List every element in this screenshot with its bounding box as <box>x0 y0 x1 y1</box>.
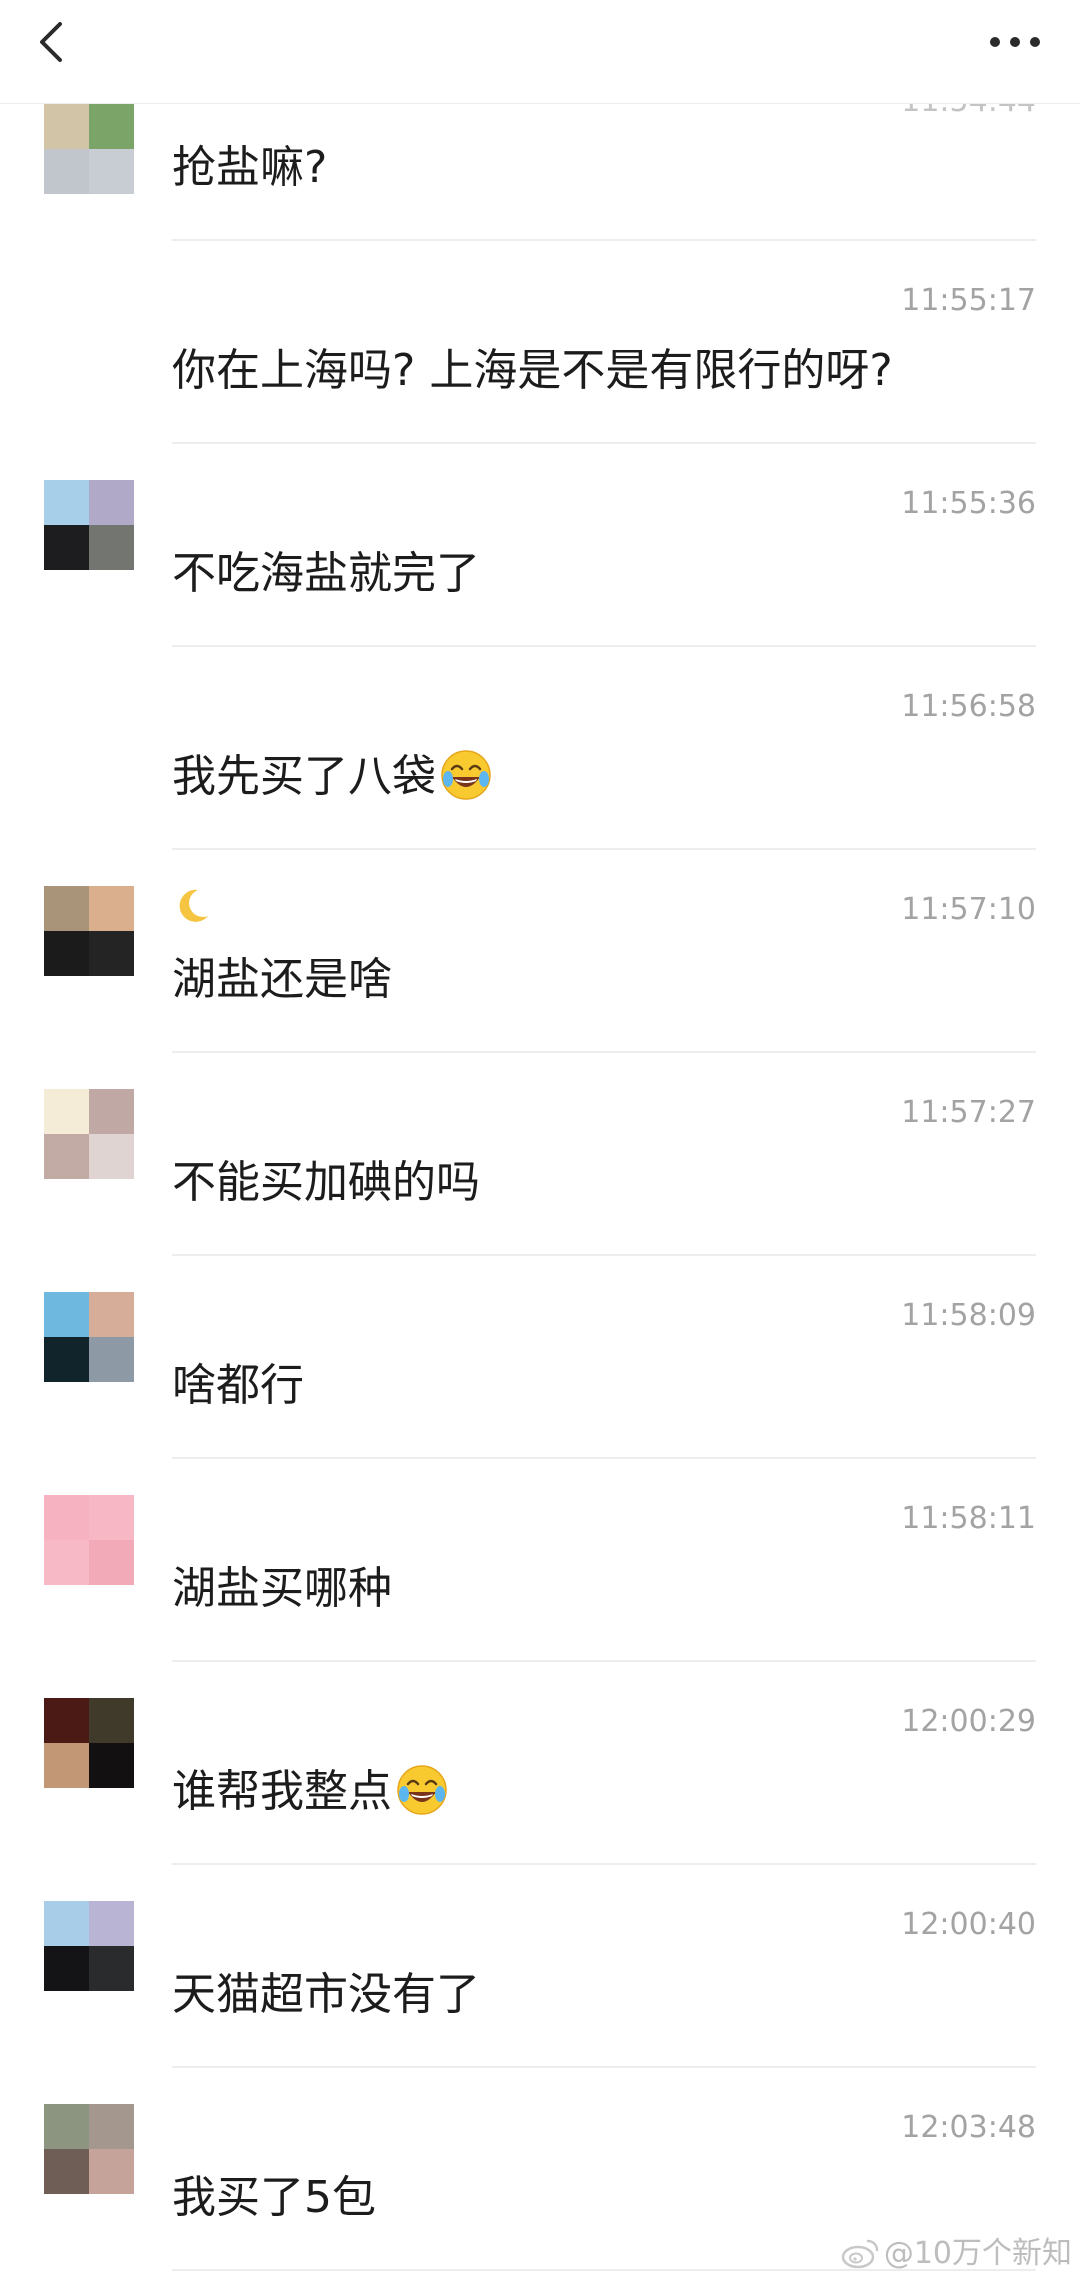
avatar[interactable] <box>44 2104 134 2194</box>
more-dots-icon <box>990 37 1040 47</box>
message-text: 抢盐嘛? <box>172 138 327 198</box>
message-time: 12:00:29 <box>901 1704 1036 1739</box>
message-text-content: 抢盐嘛? <box>172 142 328 193</box>
message-time: 12:00:40 <box>901 1907 1036 1942</box>
avatar[interactable] <box>44 480 134 570</box>
message-text: 湖盐买哪种 <box>172 1559 392 1619</box>
avatar[interactable] <box>44 886 134 976</box>
message-time: 11:58:09 <box>901 1298 1036 1333</box>
laughing-tears-icon <box>440 749 492 801</box>
message-item[interactable]: 11:54:44抢盐嘛? <box>0 84 1080 241</box>
message-text-content: 湖盐买哪种 <box>172 1563 392 1614</box>
watermark-text: @10万个新知 <box>883 2236 1072 2271</box>
message-time: 11:55:17 <box>901 283 1036 318</box>
message-text: 不吃海盐就完了 <box>172 544 480 604</box>
laughing-tears-icon <box>396 1764 448 1816</box>
message-text: 啥都行 <box>172 1356 304 1416</box>
message-text-content: 你在上海吗? 上海是不是有限行的呀? <box>172 345 893 396</box>
message-text: 不能买加碘的吗 <box>172 1153 480 1213</box>
message-text: 湖盐还是啥 <box>172 950 392 1010</box>
message-item[interactable]: 11:58:11 湖盐买哪种 <box>0 1459 1080 1662</box>
message-time: 12:03:48 <box>901 2110 1036 2145</box>
avatar[interactable] <box>44 1089 134 1179</box>
avatar[interactable] <box>44 1901 134 1991</box>
crescent-moon-icon <box>172 886 212 926</box>
message-time: 11:57:10 <box>901 892 1036 927</box>
message-time: 11:57:27 <box>901 1095 1036 1130</box>
avatar[interactable] <box>44 1495 134 1585</box>
message-text-content: 天猫超市没有了 <box>172 1969 480 2020</box>
message-text-content: 湖盐还是啥 <box>172 954 392 1005</box>
avatar[interactable] <box>44 1292 134 1382</box>
message-item[interactable]: 12:00:29 谁帮我整点 <box>0 1662 1080 1865</box>
message-item[interactable]: 12:00:40 天猫超市没有了 <box>0 1865 1080 2068</box>
chevron-left-icon <box>40 22 62 62</box>
message-time: 11:56:58 <box>901 689 1036 724</box>
message-time: 11:58:11 <box>901 1501 1036 1536</box>
message-text-content: 谁帮我整点 <box>172 1766 392 1817</box>
message-time: 11:55:36 <box>901 486 1036 521</box>
message-text-content: 不能买加碘的吗 <box>172 1157 480 1208</box>
message-item[interactable]: 11:58:09 啥都行 <box>0 1256 1080 1459</box>
message-text-content: 我买了5包 <box>172 2172 376 2223</box>
message-text-content: 啥都行 <box>172 1360 304 1411</box>
message-item[interactable]: 11:56:58 我先买了八袋 <box>0 647 1080 850</box>
avatar[interactable] <box>44 1698 134 1788</box>
message-text: 谁帮我整点 <box>172 1762 448 1822</box>
message-item[interactable]: 11:57:27 不能买加碘的吗 <box>0 1053 1080 1256</box>
weibo-icon <box>841 2239 879 2269</box>
top-bar <box>0 0 1080 104</box>
message-item[interactable]: 11:55:17 你在上海吗? 上海是不是有限行的呀? <box>0 241 1080 444</box>
message-item[interactable]: 11:55:36 不吃海盐就完了 <box>0 444 1080 647</box>
back-button[interactable] <box>26 14 82 70</box>
message-text: 我先买了八袋 <box>172 747 492 807</box>
message-text-content: 我先买了八袋 <box>172 751 436 802</box>
message-text: 你在上海吗? 上海是不是有限行的呀? <box>172 341 893 401</box>
more-button[interactable] <box>980 14 1050 70</box>
watermark: @10万个新知 <box>840 2234 1072 2274</box>
message-item[interactable]: 11:57:10 湖盐还是啥 <box>0 850 1080 1053</box>
message-text: 天猫超市没有了 <box>172 1965 480 2025</box>
message-text: 我买了5包 <box>172 2168 376 2228</box>
avatar[interactable] <box>44 104 134 194</box>
message-list: 11:54:44抢盐嘛?11:55:17你在上海吗? 上海是不是有限行的呀?11… <box>0 84 1080 2271</box>
message-text-content: 不吃海盐就完了 <box>172 548 480 599</box>
